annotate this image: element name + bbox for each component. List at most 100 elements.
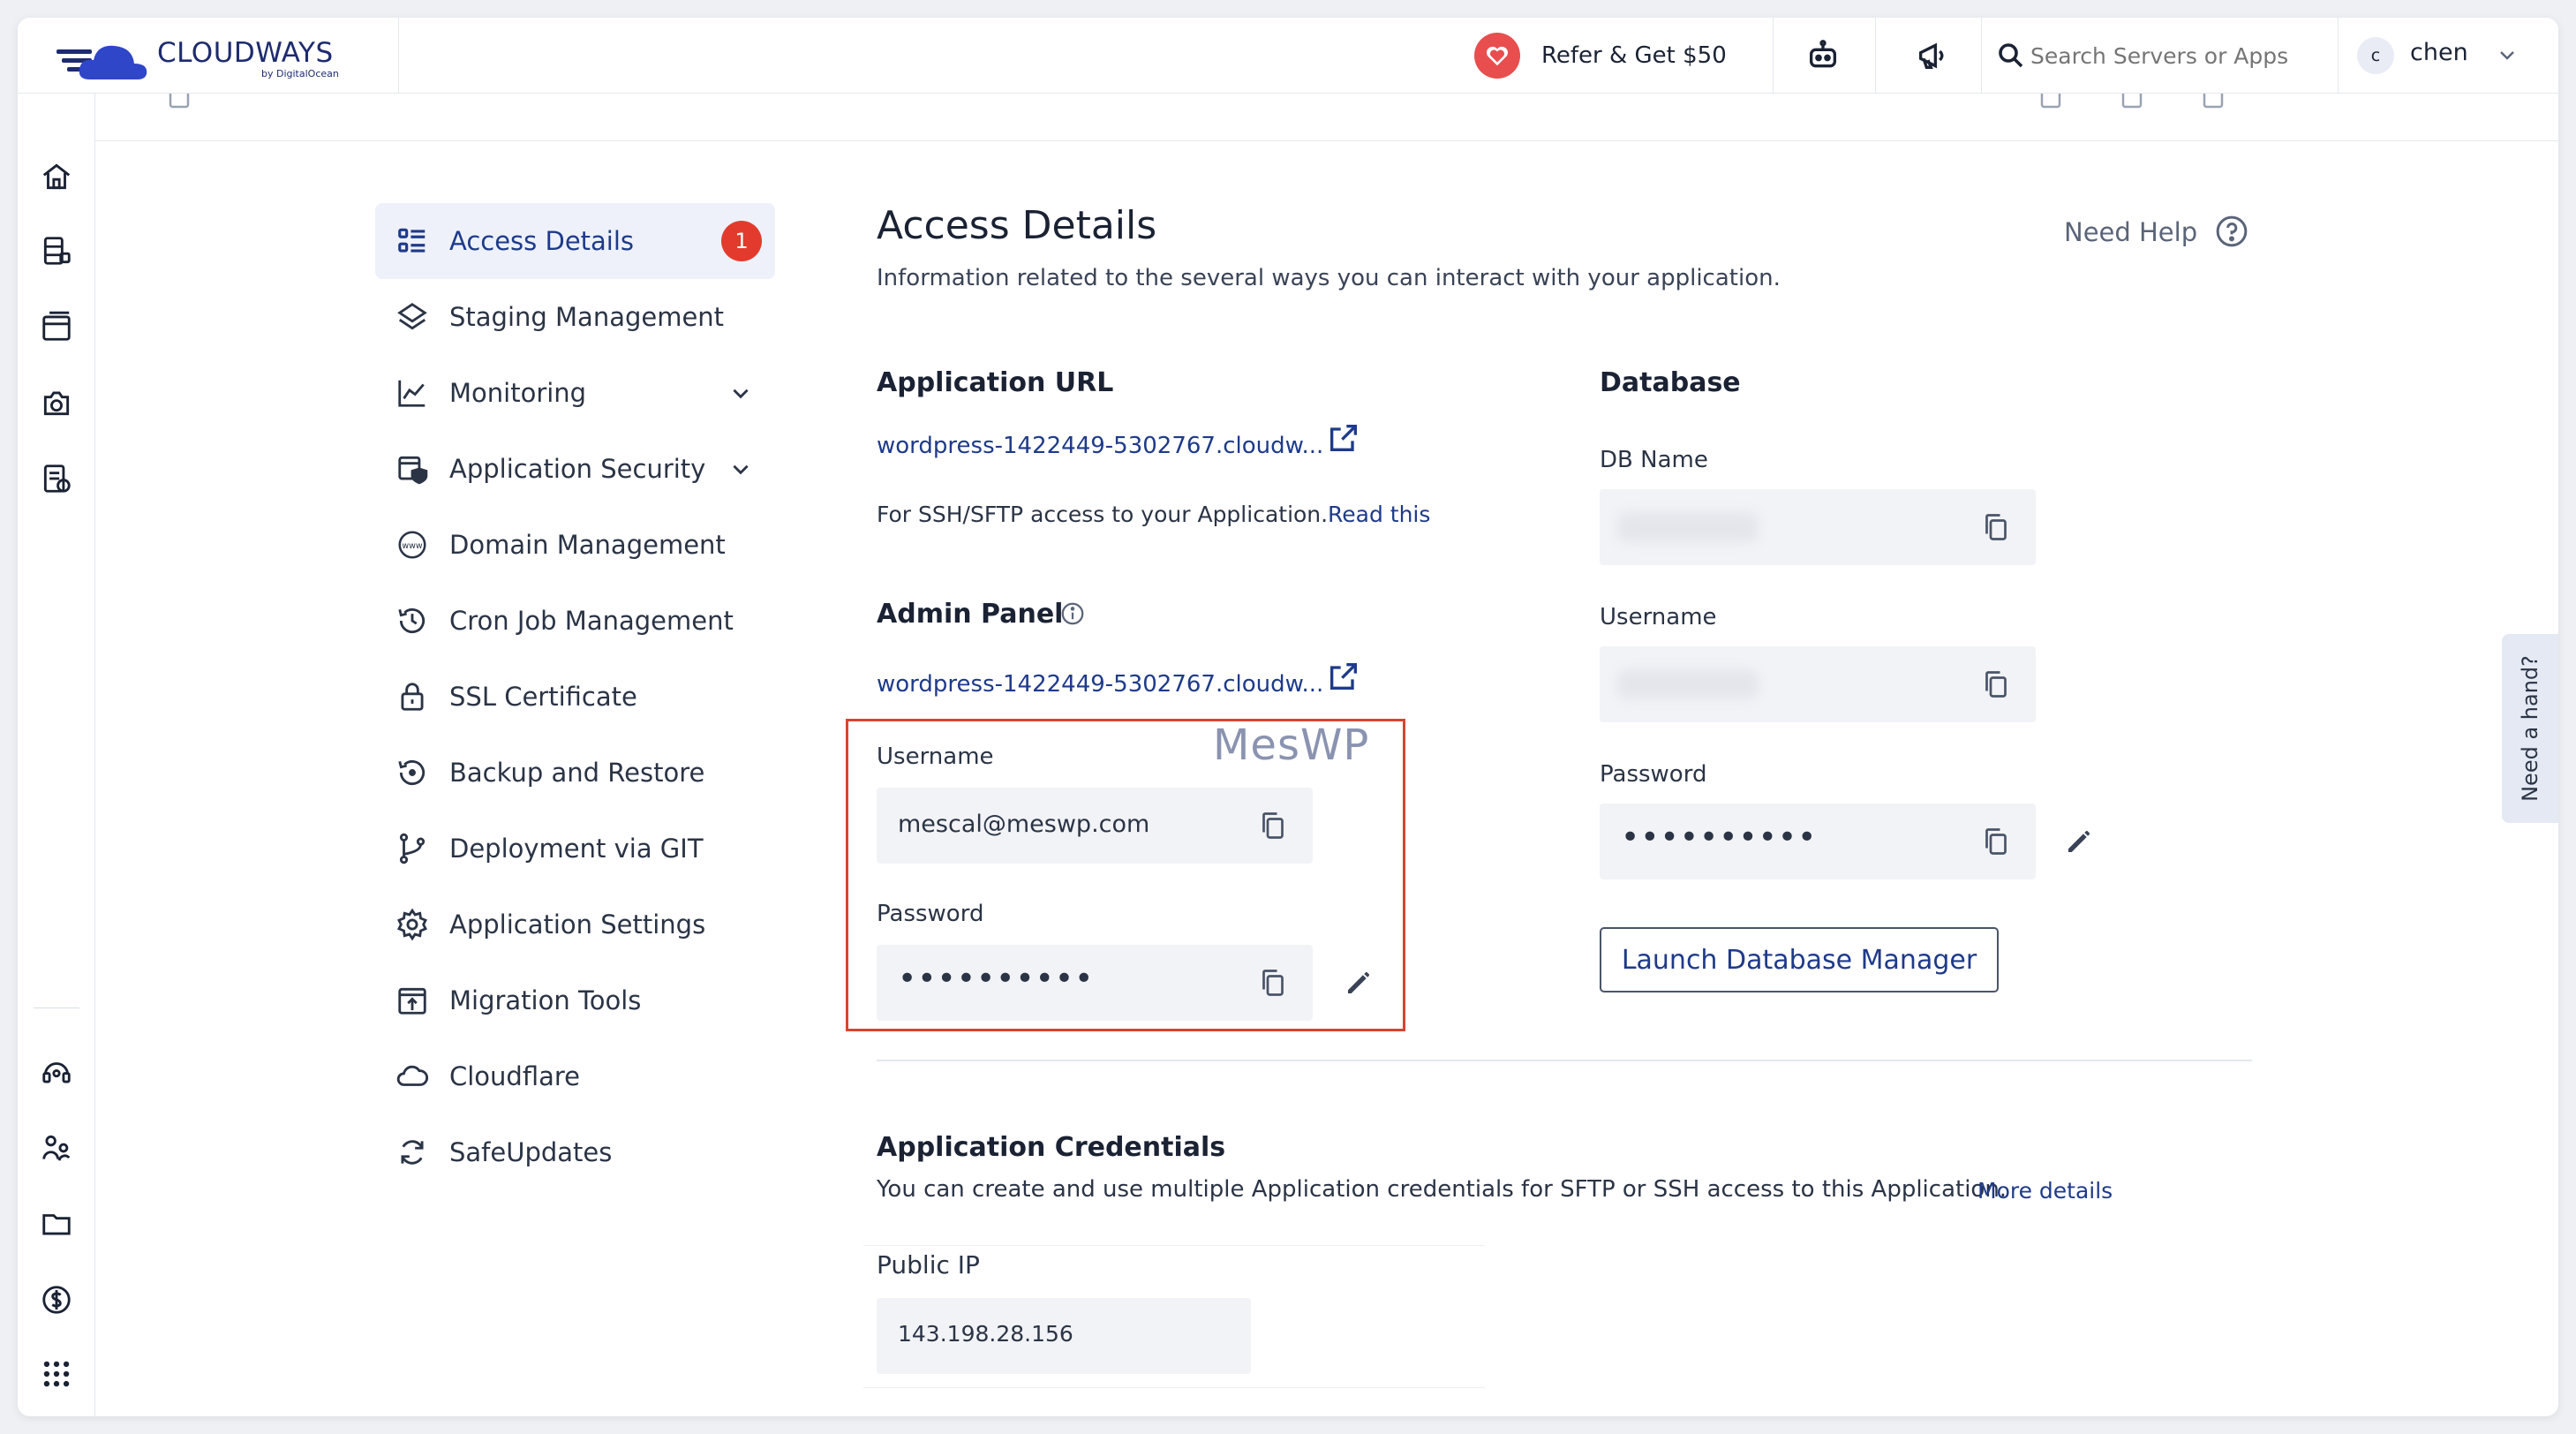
public-ip-value: 143.198.28.156 <box>898 1321 1073 1347</box>
sidebar-item-application-settings[interactable]: Application Settings <box>375 887 775 962</box>
gear-icon <box>393 905 432 944</box>
section-divider <box>877 1060 2252 1061</box>
chevron-down-icon <box>729 381 752 408</box>
home-icon[interactable] <box>37 157 76 196</box>
sidebar-item-backup-and-restore[interactable]: Backup and Restore <box>375 735 775 811</box>
apps-grid-icon[interactable] <box>37 1355 76 1393</box>
support-icon[interactable] <box>37 1053 76 1091</box>
admin-username-value: mescal@meswp.com <box>898 811 1150 838</box>
application-url-link[interactable]: wordpress-1422449-5302767.cloudw... <box>877 433 1323 459</box>
copy-icon[interactable] <box>1976 664 2016 705</box>
sidebar-item-label: Deployment via GIT <box>449 834 704 864</box>
admin-username-field[interactable]: mescal@meswp.com <box>877 788 1313 864</box>
chevron-down-icon[interactable] <box>2497 44 2518 69</box>
copy-icon[interactable] <box>1253 962 1293 1003</box>
public-ip-field[interactable]: 143.198.28.156 <box>877 1298 1251 1374</box>
folder-icon[interactable] <box>37 1204 76 1243</box>
copy-icon[interactable] <box>1976 821 2016 862</box>
megaphone-icon[interactable] <box>1912 35 1953 76</box>
external-link-icon[interactable] <box>1326 659 1361 698</box>
copy-icon[interactable] <box>1976 507 2016 547</box>
access-details-icon <box>393 222 432 260</box>
www-globe-icon: www <box>393 525 432 564</box>
sidebar-item-application-security[interactable]: Application Security <box>375 431 775 507</box>
git-branch-icon <box>393 829 432 868</box>
divider <box>1981 18 1982 94</box>
sidebar-item-label: Monitoring <box>449 378 587 408</box>
applications-icon[interactable] <box>37 307 76 346</box>
application-credentials-heading: Application Credentials <box>877 1132 1226 1163</box>
sidebar-item-cloudflare[interactable]: Cloudflare <box>375 1038 775 1114</box>
need-help-link[interactable]: Need Help <box>2064 217 2197 247</box>
db-password-field[interactable]: •••••••••• <box>1600 804 2036 879</box>
db-password-label: Password <box>1600 761 1707 788</box>
sidebar-item-staging-management[interactable]: Staging Management <box>375 279 775 355</box>
blurred-value <box>1617 669 1759 699</box>
breadcrumb <box>95 94 2558 141</box>
backup-icon <box>393 753 432 792</box>
avatar[interactable]: c <box>2357 37 2394 74</box>
sidebar-item-label: Backup and Restore <box>449 758 705 788</box>
external-link-icon[interactable] <box>1326 420 1361 459</box>
credentials-description: You can create and use multiple Applicat… <box>877 1176 2007 1203</box>
billing-icon[interactable] <box>37 459 76 498</box>
cloudways-logo-icon <box>56 45 147 79</box>
edit-pencil-icon[interactable] <box>2059 821 2099 862</box>
search-icon <box>1993 35 2029 76</box>
divider <box>2338 18 2339 94</box>
need-a-hand-tab[interactable]: Need a hand? <box>2502 634 2558 823</box>
refresh-icon <box>393 1133 432 1172</box>
info-icon[interactable] <box>1059 600 1086 630</box>
refer-button[interactable]: Refer & Get $50 <box>1474 33 1727 79</box>
sidebar-item-deployment-via-git[interactable]: Deployment via GIT <box>375 811 775 887</box>
heart-icon <box>1474 33 1520 79</box>
sidebar-item-label: Application Settings <box>449 909 706 940</box>
user-name[interactable]: chen <box>2410 39 2468 66</box>
sidebar-item-label: Cron Job Management <box>449 606 734 636</box>
question-circle-icon[interactable] <box>2214 214 2249 253</box>
sidebar-item-access-details[interactable]: Access Details 1 <box>375 203 775 279</box>
page-description: Information related to the several ways … <box>877 265 1781 291</box>
sidebar-item-monitoring[interactable]: Monitoring <box>375 355 775 431</box>
edit-pencil-icon[interactable] <box>1338 962 1379 1003</box>
logo[interactable]: CLOUDWAYS by DigitalOcean <box>18 18 399 94</box>
db-name-field[interactable] <box>1600 489 2036 565</box>
sidebar-item-label: Migration Tools <box>449 985 642 1015</box>
more-details-link[interactable]: More details <box>1977 1178 2113 1204</box>
read-this-link[interactable]: Read this <box>1328 502 1430 527</box>
sidebar-item-safeupdates[interactable]: SafeUpdates <box>375 1114 775 1190</box>
bot-icon[interactable] <box>1803 35 1843 76</box>
application-url-heading: Application URL <box>877 367 1114 398</box>
refer-label: Refer & Get $50 <box>1541 42 1727 69</box>
launch-database-manager-button[interactable]: Launch Database Manager <box>1600 927 1999 992</box>
logo-text: CLOUDWAYS <box>157 37 334 69</box>
db-username-field[interactable] <box>1600 646 2036 722</box>
security-icon <box>393 449 432 488</box>
sidebar-item-ssl-certificate[interactable]: SSL Certificate <box>375 659 775 735</box>
sidebar-item-label: Access Details <box>449 226 635 256</box>
migration-icon <box>393 981 432 1020</box>
dollar-icon[interactable] <box>37 1280 76 1319</box>
servers-icon[interactable] <box>37 231 76 270</box>
left-rail <box>18 94 95 1416</box>
sidebar-item-label: Cloudflare <box>449 1061 581 1091</box>
divider <box>1773 18 1774 94</box>
camera-settings-icon[interactable] <box>37 383 76 422</box>
sidebar-item-label: Domain Management <box>449 530 726 560</box>
admin-username-label: Username <box>877 743 994 770</box>
watermark: MesWP <box>1213 721 1370 770</box>
need-a-hand-label: Need a hand? <box>2518 655 2543 802</box>
admin-panel-url-link[interactable]: wordpress-1422449-5302767.cloudw... <box>877 671 1323 698</box>
sidebar-item-domain-management[interactable]: www Domain Management <box>375 507 775 583</box>
chevron-down-icon <box>729 457 752 484</box>
copy-icon[interactable] <box>1253 805 1293 846</box>
page-title: Access Details <box>877 203 1157 248</box>
chart-line-icon <box>393 374 432 412</box>
admin-password-field[interactable]: •••••••••• <box>877 945 1313 1021</box>
svg-text:www: www <box>402 541 423 551</box>
sidebar-item-label: SSL Certificate <box>449 682 637 712</box>
search-input[interactable] <box>2030 35 2331 76</box>
sidebar-item-migration-tools[interactable]: Migration Tools <box>375 962 775 1038</box>
sidebar-item-cron-job-management[interactable]: Cron Job Management <box>375 583 775 659</box>
team-icon[interactable] <box>37 1128 76 1167</box>
